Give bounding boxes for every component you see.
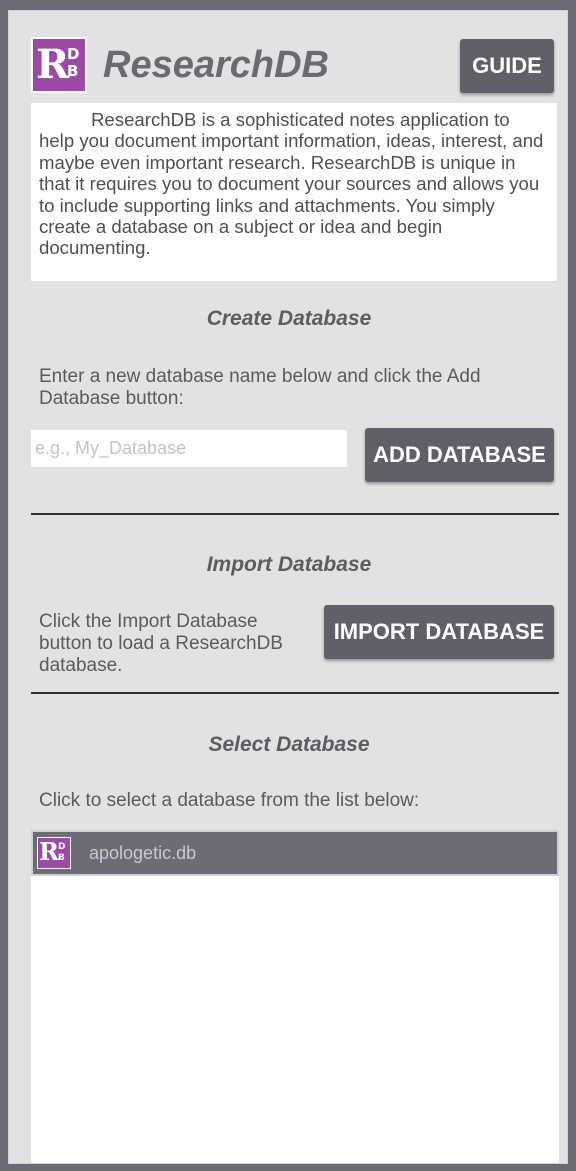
logo-letter-r: R [39, 837, 59, 866]
logo-letter-d: D [58, 842, 66, 852]
main-panel: R D B ResearchDB GUIDE ResearchDB is a s… [8, 10, 568, 1164]
import-database-instructions: Click the Import Database button to load… [39, 611, 283, 676]
logo-letter-b: B [67, 62, 79, 80]
add-database-button[interactable]: ADD DATABASE [365, 428, 554, 482]
create-database-instructions: Enter a new database name below and clic… [39, 366, 481, 409]
logo-letter-r: R [36, 41, 70, 88]
logo-letter-b: B [58, 853, 65, 863]
guide-button[interactable]: GUIDE [460, 39, 554, 93]
select-database-heading: Select Database [208, 733, 370, 756]
intro-description: ResearchDB is a sophisticated notes appl… [31, 103, 557, 281]
researchdb-logo-icon: R D B [37, 837, 71, 869]
database-list-item[interactable]: R D B apologetic.db [31, 830, 559, 876]
researchdb-logo-icon: R D B [31, 37, 87, 93]
create-database-heading: Create Database [206, 307, 372, 330]
section-divider [31, 513, 559, 515]
database-name: apologetic.db [89, 843, 197, 863]
logo-letter-d: D [67, 45, 80, 63]
database-name-input[interactable] [31, 430, 347, 467]
select-database-instructions: Click to select a database from the list… [39, 790, 420, 811]
section-divider [31, 692, 559, 694]
database-list: R D B apologetic.db [31, 830, 559, 1163]
app-title: ResearchDB [103, 44, 329, 86]
import-database-heading: Import Database [206, 553, 372, 576]
import-database-button[interactable]: IMPORT DATABASE [324, 605, 554, 659]
app-frame: R D B ResearchDB GUIDE ResearchDB is a s… [0, 0, 576, 1171]
